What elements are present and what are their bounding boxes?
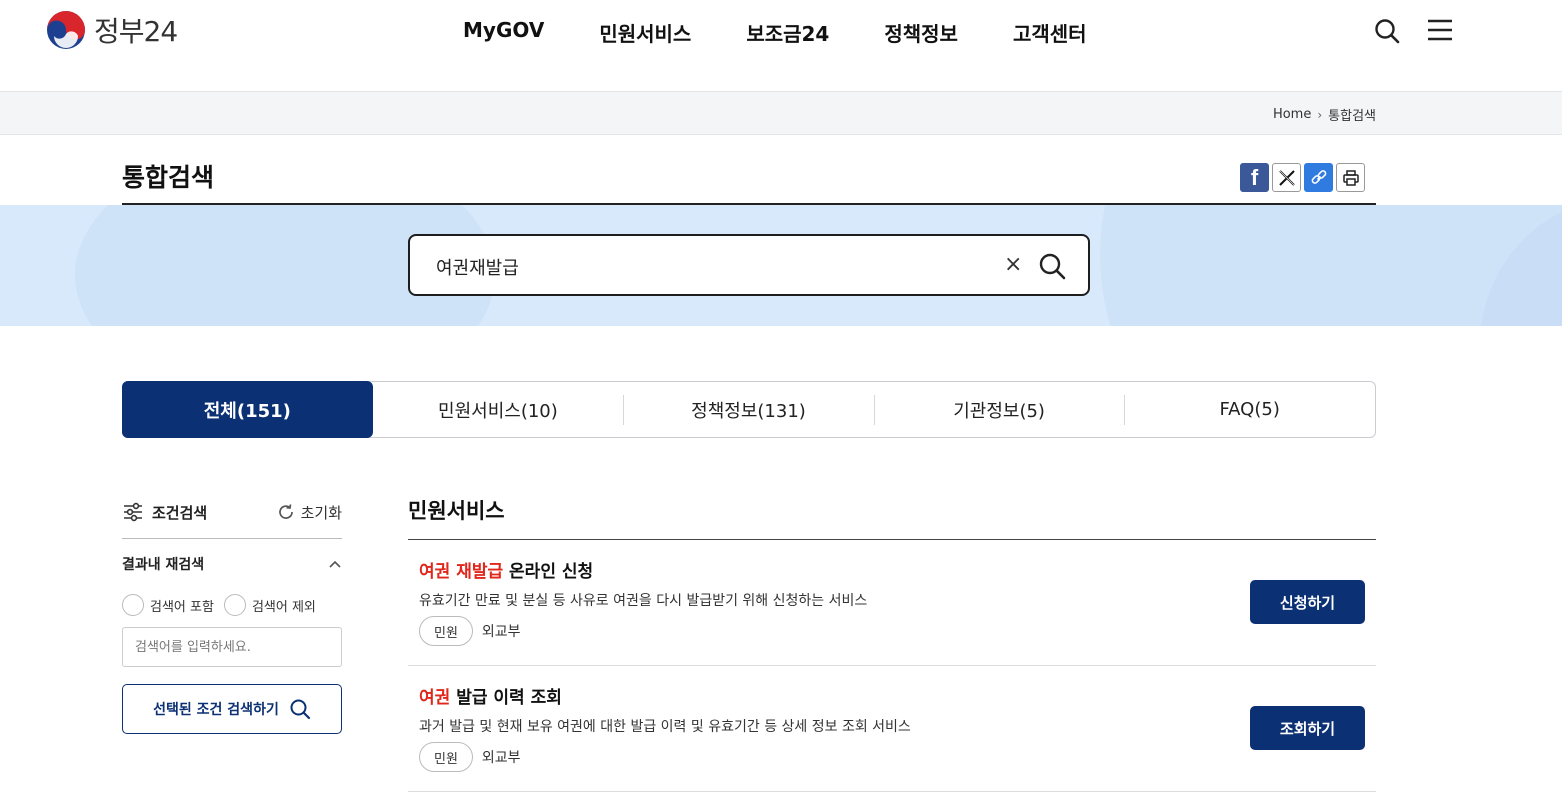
- link-copy-icon[interactable]: [1304, 163, 1333, 192]
- agency-name: 외교부: [481, 624, 521, 640]
- item-title[interactable]: 여권 재발급 온라인 신청: [419, 557, 593, 582]
- search-icon: [290, 699, 310, 720]
- category-badge: 민원: [419, 742, 473, 772]
- agency-name: 외교부: [481, 750, 521, 766]
- search-input[interactable]: 여권재발급: [436, 254, 519, 280]
- filter-sidebar: 조건검색 초기화 결과내 재검색 검색어 포함 검색어 제외 선택된 조건 검색…: [122, 498, 342, 734]
- search-box: 여권재발급 ×: [408, 234, 1090, 296]
- tab-civil-service[interactable]: 민원서비스(10): [373, 382, 624, 437]
- item-title-rest: 온라인 신청: [503, 562, 594, 582]
- search-icon[interactable]: [1374, 18, 1400, 44]
- clear-icon[interactable]: ×: [1004, 252, 1022, 277]
- filter-title-label: 조건검색: [152, 503, 208, 522]
- nav-customer-center[interactable]: 고객센터: [1013, 18, 1087, 47]
- item-description: 과거 발급 및 현재 보유 여권에 대한 발급 이력 및 유효기간 등 상세 정…: [419, 719, 911, 735]
- item-title-rest: 발급 이력 조회: [450, 688, 562, 708]
- nav-civil-service[interactable]: 민원서비스: [599, 18, 691, 47]
- nav-subsidy24[interactable]: 보조금24: [746, 18, 829, 47]
- apply-filter-button[interactable]: 선택된 조건 검색하기: [122, 684, 342, 734]
- inquiry-button[interactable]: 조회하기: [1250, 706, 1365, 750]
- breadcrumb-bar: Home › 통합검색: [0, 91, 1562, 135]
- page-title: 통합검색: [122, 163, 215, 192]
- list-item: 여권 발급 이력 조회 과거 발급 및 현재 보유 여권에 대한 발급 이력 및…: [408, 666, 1376, 792]
- section-title: 민원서비스: [408, 499, 505, 523]
- apply-filter-label: 선택된 조건 검색하기: [153, 702, 279, 718]
- breadcrumb: Home › 통합검색: [1273, 105, 1376, 124]
- filter-sliders-icon: [124, 502, 142, 522]
- radio-exclude[interactable]: 검색어 제외: [223, 594, 316, 616]
- main-nav: MyGOV 민원서비스 보조금24 정책정보 고객센터: [463, 18, 1087, 47]
- refine-search-header[interactable]: 결과내 재검색: [122, 554, 342, 574]
- apply-button[interactable]: 신청하기: [1250, 580, 1365, 624]
- hamburger-menu-icon[interactable]: [1427, 18, 1453, 42]
- item-title-highlight: 여권 재발급: [419, 562, 504, 582]
- results-section: 민원서비스 여권 재발급 온라인 신청 유효기간 만료 및 분실 등 사유로 여…: [408, 495, 1376, 792]
- x-twitter-icon[interactable]: [1272, 163, 1301, 192]
- result-tabs: 전체(151) 민원서비스(10) 정책정보(131) 기관정보(5) FAQ(…: [122, 381, 1376, 438]
- tab-agency-info[interactable]: 기관정보(5): [873, 382, 1125, 437]
- logo[interactable]: 정부24: [46, 10, 178, 50]
- facebook-icon[interactable]: f: [1240, 163, 1269, 192]
- radio-exclude-label: 검색어 제외: [251, 599, 316, 615]
- breadcrumb-current: 통합검색: [1328, 109, 1376, 124]
- item-title-highlight: 여권: [419, 688, 451, 708]
- search-submit-icon[interactable]: [1038, 252, 1066, 280]
- radio-include-label: 검색어 포함: [150, 599, 214, 615]
- category-badge: 민원: [419, 616, 473, 646]
- breadcrumb-home[interactable]: Home: [1273, 107, 1311, 122]
- reset-label: 초기화: [300, 503, 342, 522]
- nav-mygov[interactable]: MyGOV: [463, 18, 544, 47]
- nav-policy-info[interactable]: 정책정보: [884, 18, 958, 47]
- chevron-right-icon: ›: [1317, 107, 1323, 122]
- refresh-icon: [278, 504, 293, 519]
- chevron-up-icon[interactable]: [328, 559, 342, 569]
- refine-search-input[interactable]: [122, 627, 342, 667]
- tab-all[interactable]: 전체(151): [122, 381, 373, 438]
- list-item: 여권 재발급 온라인 신청 유효기간 만료 및 분실 등 사유로 여권을 다시 …: [408, 540, 1376, 666]
- logo-text: 정부24: [94, 15, 178, 48]
- item-description: 유효기간 만료 및 분실 등 사유로 여권을 다시 발급받기 위해 신청하는 서…: [419, 593, 868, 609]
- item-title[interactable]: 여권 발급 이력 조회: [419, 683, 562, 708]
- tab-faq[interactable]: FAQ(5): [1124, 382, 1375, 437]
- filter-title: 조건검색: [122, 501, 207, 523]
- refine-search-title: 결과내 재검색: [122, 557, 205, 573]
- share-buttons: f: [1240, 163, 1365, 192]
- radio-include-circle[interactable]: [122, 594, 144, 616]
- tab-policy-info[interactable]: 정책정보(131): [623, 382, 874, 437]
- radio-include[interactable]: 검색어 포함: [122, 594, 214, 616]
- search-band: 여권재발급 ×: [0, 205, 1562, 326]
- government-emblem-icon: [47, 11, 85, 49]
- reset-button[interactable]: 초기화: [277, 502, 342, 523]
- header: 정부24 MyGOV 민원서비스 보조금24 정책정보 고객센터: [0, 0, 1562, 91]
- print-icon[interactable]: [1336, 163, 1365, 192]
- radio-exclude-circle[interactable]: [223, 594, 246, 616]
